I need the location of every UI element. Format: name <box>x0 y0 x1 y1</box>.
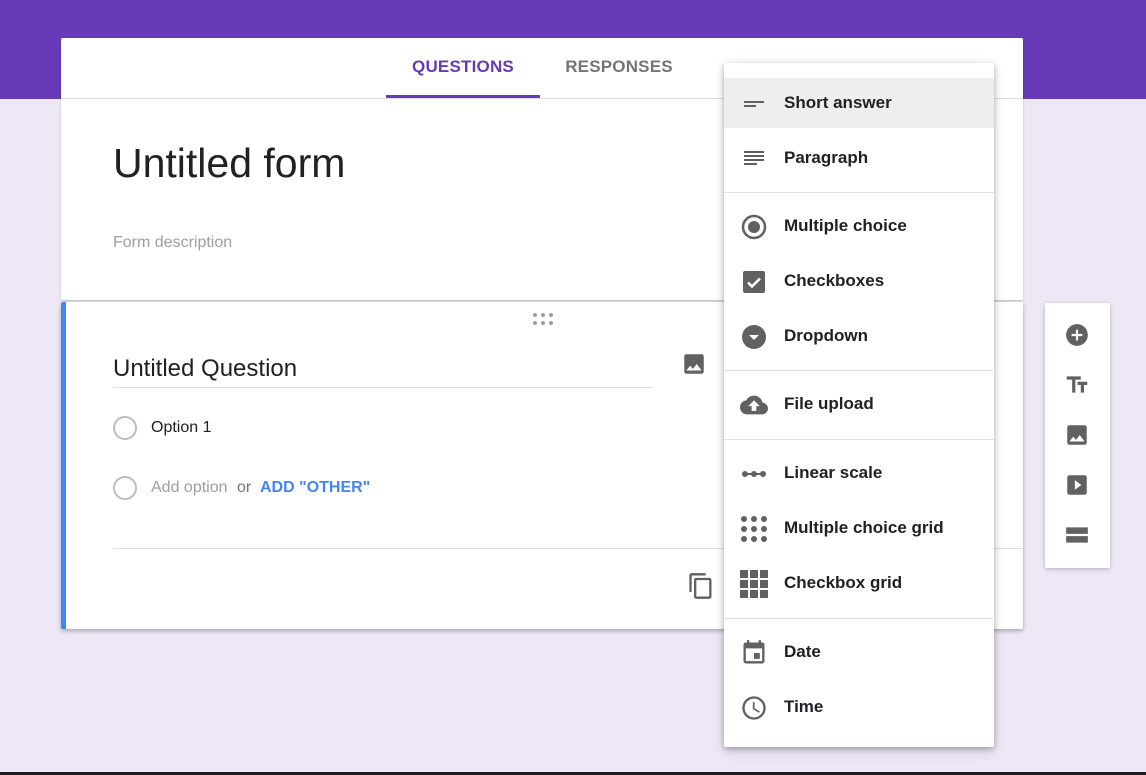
paragraph-icon <box>744 151 764 165</box>
menu-item-short-answer[interactable]: Short answer <box>724 78 994 128</box>
menu-divider <box>724 439 994 440</box>
menu-item-multiple-choice-grid[interactable]: Multiple choice grid <box>724 503 994 553</box>
checkbox-icon <box>743 271 765 293</box>
clock-icon <box>742 696 766 720</box>
add-option-input[interactable]: Add option <box>151 479 228 497</box>
menu-item-label: Checkbox grid <box>784 573 903 592</box>
menu-item-label: Paragraph <box>784 148 869 167</box>
question-type-menu: Short answer Paragraph Multiple choice C… <box>724 63 994 747</box>
question-title-input[interactable]: Untitled Question <box>113 352 653 388</box>
section-icon[interactable] <box>1064 522 1090 548</box>
short-answer-icon <box>744 101 764 107</box>
menu-item-checkbox-grid[interactable]: Checkbox grid <box>724 558 994 608</box>
menu-item-label: Linear scale <box>784 463 883 482</box>
option-label[interactable]: Option 1 <box>151 419 211 437</box>
calendar-icon <box>743 640 765 664</box>
square-grid-icon <box>740 570 768 598</box>
form-title[interactable]: Untitled form <box>113 140 345 187</box>
video-icon[interactable] <box>1064 472 1090 498</box>
menu-item-checkboxes[interactable]: Checkboxes <box>724 256 994 306</box>
menu-item-label: Multiple choice <box>784 216 907 235</box>
side-toolbar <box>1045 303 1110 568</box>
menu-item-dropdown[interactable]: Dropdown <box>724 311 994 361</box>
tab-questions[interactable]: QUESTIONS <box>386 38 540 98</box>
menu-item-paragraph[interactable]: Paragraph <box>724 133 994 183</box>
image-icon[interactable] <box>681 351 707 377</box>
option-radio <box>113 416 137 440</box>
add-option-radio <box>113 476 137 500</box>
add-other-button[interactable]: ADD "OTHER" <box>260 479 370 497</box>
cloud-upload-icon <box>740 395 768 415</box>
menu-item-label: Time <box>784 697 824 716</box>
menu-item-label: Date <box>784 642 821 661</box>
menu-item-label: Short answer <box>784 93 892 112</box>
menu-item-label: Dropdown <box>784 326 869 345</box>
active-question-indicator <box>61 302 66 629</box>
menu-item-label: Checkboxes <box>784 271 885 290</box>
menu-item-label: Multiple choice grid <box>784 518 944 537</box>
menu-divider <box>724 370 994 371</box>
or-text: or <box>237 479 252 496</box>
form-description-field[interactable]: Form description <box>113 234 232 252</box>
menu-divider <box>724 618 994 619</box>
copy-icon[interactable] <box>687 572 715 600</box>
tab-responses[interactable]: RESPONSES <box>552 38 686 98</box>
menu-item-multiple-choice[interactable]: Multiple choice <box>724 201 994 251</box>
radio-icon <box>741 214 767 240</box>
add-circle-icon[interactable] <box>1064 322 1090 348</box>
dropdown-icon <box>742 325 766 349</box>
menu-item-file-upload[interactable]: File upload <box>724 379 994 429</box>
menu-item-date[interactable]: Date <box>724 627 994 677</box>
menu-item-label: File upload <box>784 394 874 413</box>
menu-item-linear-scale[interactable]: Linear scale <box>724 448 994 498</box>
menu-item-time[interactable]: Time <box>724 682 994 732</box>
linear-scale-icon <box>742 471 766 477</box>
dot-grid-icon <box>741 516 767 542</box>
menu-divider <box>724 192 994 193</box>
image-icon[interactable] <box>1064 422 1090 448</box>
drag-handle-icon[interactable] <box>531 312 555 326</box>
title-icon[interactable] <box>1064 372 1090 398</box>
